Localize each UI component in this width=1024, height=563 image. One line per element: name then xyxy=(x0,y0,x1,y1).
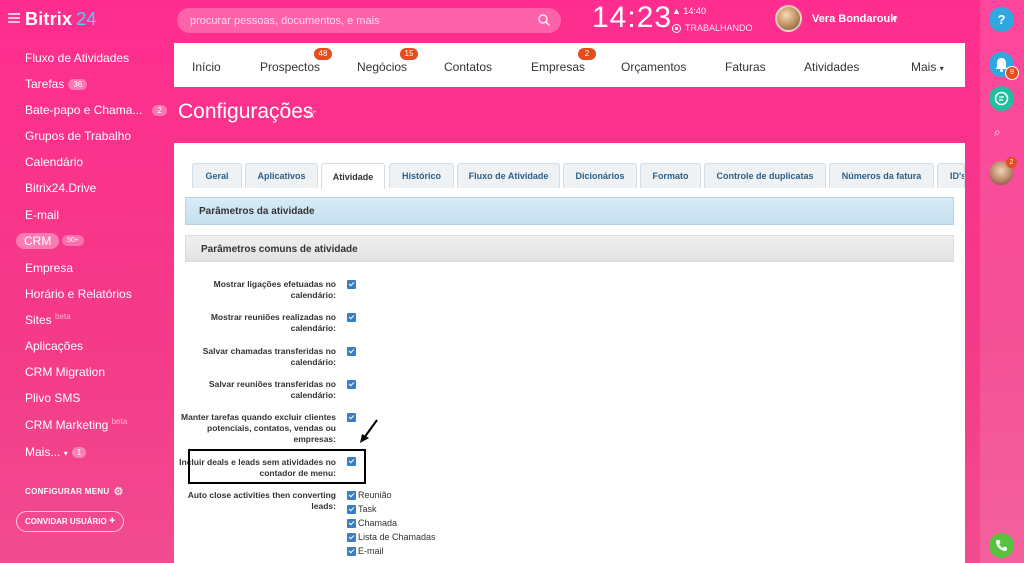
chevron-down-icon[interactable]: ▾ xyxy=(893,13,898,24)
sidebar-item-plivo-sms[interactable]: Plivo SMS xyxy=(25,391,80,405)
type-label: Lista de Chamadas xyxy=(358,532,436,542)
sidebar-item-calendar[interactable]: Calendário xyxy=(25,155,83,169)
sidebar-item-tasks[interactable]: Tarefas 36 xyxy=(25,77,88,91)
tab-formato[interactable]: Formato xyxy=(640,163,701,188)
checkbox-show-meetings[interactable] xyxy=(347,313,356,322)
counter-badge: 48 xyxy=(314,48,332,60)
tab-empresas[interactable]: Empresas xyxy=(531,60,585,74)
tab-dicionarios[interactable]: Dicionários xyxy=(563,163,637,188)
sidebar-item-more[interactable]: Mais... ▾ 1 xyxy=(25,445,87,459)
help-button[interactable]: ? xyxy=(989,7,1014,32)
option-label: Mostrar ligações efetuadas no calendário… xyxy=(213,279,336,300)
checkbox-type-call[interactable] xyxy=(347,519,356,528)
checkbox-type-meeting[interactable] xyxy=(347,491,356,500)
star-icon[interactable]: ☆ xyxy=(303,103,317,123)
chat-icon[interactable] xyxy=(989,86,1014,111)
gear-icon: ⚙ xyxy=(113,486,124,498)
chevron-down-icon: ▾ xyxy=(939,64,944,73)
tab-atividades[interactable]: Atividades xyxy=(804,60,859,74)
tab-prospectos[interactable]: Prospectos xyxy=(260,60,320,74)
sidebar-item-activity-stream[interactable]: Fluxo de Atividades xyxy=(25,51,129,65)
type-label: E-mail xyxy=(358,546,384,556)
counter-badge: 9 xyxy=(1005,66,1019,80)
counter-badge: 2 xyxy=(152,105,167,116)
tab-faturas[interactable]: Faturas xyxy=(725,60,766,74)
checkbox-show-calls[interactable] xyxy=(347,280,356,289)
option-label: Salvar reuniões transferidas no calendár… xyxy=(208,379,336,400)
tab-fluxo-de-atividade[interactable]: Fluxo de Atividade xyxy=(457,163,560,188)
checkbox-save-calls[interactable] xyxy=(347,347,356,356)
right-bar xyxy=(980,0,1024,563)
sidebar-item-applications[interactable]: Aplicações xyxy=(25,339,83,353)
invite-user-button[interactable]: CONVIDAR USUÁRIO + xyxy=(16,511,125,532)
option-label: Auto close activities then converting le… xyxy=(187,490,336,511)
avatar[interactable] xyxy=(775,5,802,32)
checkbox-save-meetings[interactable] xyxy=(347,380,356,389)
counter-badge: 1 xyxy=(71,447,87,458)
tab-ids[interactable]: ID's xyxy=(937,163,965,188)
sidebar-item-email[interactable]: E-mail xyxy=(25,208,59,222)
tab-negocios[interactable]: Negócios xyxy=(357,60,407,74)
tab-orcamentos[interactable]: Orçamentos xyxy=(621,60,686,74)
menu-icon[interactable] xyxy=(8,13,20,23)
logo[interactable]: Bitrix 24 xyxy=(25,9,97,30)
phone-icon[interactable] xyxy=(989,533,1014,558)
top-bar: Bitrix24 14:23 ▲ 14:40 TRABALHANDO Vera … xyxy=(0,0,980,40)
sidebar-item-drive[interactable]: Bitrix24.Drive xyxy=(25,181,96,195)
type-label: Reunião xyxy=(358,490,392,500)
page-title: Configurações xyxy=(178,100,314,123)
type-label: Chamada xyxy=(358,518,398,528)
counter-badge: 15 xyxy=(400,48,418,60)
tab-controle-duplicatas[interactable]: Controle de duplicatas xyxy=(704,163,826,188)
option-label: Salvar chamadas transferidas no calendár… xyxy=(202,346,336,367)
type-label: Task xyxy=(358,504,377,514)
tab-aplicativos[interactable]: Aplicativos xyxy=(245,163,318,188)
clock[interactable]: 14:23 xyxy=(592,1,672,35)
search-icon[interactable]: ⌕ xyxy=(994,125,1001,140)
tab-inicio[interactable]: Início xyxy=(192,60,221,74)
option-label: Manter tarefas quando excluir clientes p… xyxy=(181,412,336,444)
search-input[interactable] xyxy=(177,8,561,33)
chevron-down-icon: ▾ xyxy=(63,449,68,458)
sidebar-item-crm-marketing[interactable]: CRM Marketing beta xyxy=(25,417,127,432)
sidebar-item-sites[interactable]: Sites beta xyxy=(25,312,71,327)
highlight-box xyxy=(188,449,366,484)
tab-geral[interactable]: Geral xyxy=(192,163,242,188)
option-label: Mostrar reuniões realizadas no calendári… xyxy=(210,312,336,333)
checkbox-type-task[interactable] xyxy=(347,505,356,514)
counter-badge: 2 xyxy=(578,48,596,60)
plus-icon: + xyxy=(109,515,116,527)
section-common-params: Parâmetros comuns de atividade xyxy=(185,235,954,262)
sidebar-item-crm[interactable]: CRM xyxy=(16,233,60,249)
checkbox-type-call-list[interactable] xyxy=(347,533,356,542)
counter-badge: 50+ xyxy=(62,235,84,246)
search-icon[interactable] xyxy=(537,13,551,27)
sidebar-item-company[interactable]: Empresa xyxy=(25,261,73,275)
sidebar-item-crm-migration[interactable]: CRM Migration xyxy=(25,365,105,379)
crm-top-nav: Início Prospectos 48 Negócios 15 Contato… xyxy=(174,43,965,87)
tab-historico[interactable]: Histórico xyxy=(389,163,454,188)
tab-numeros-fatura[interactable]: Números da fatura xyxy=(829,163,934,188)
user-name[interactable]: Vera Bondarouk xyxy=(812,13,896,25)
sidebar-item-workgroups[interactable]: Grupos de Trabalho xyxy=(25,129,131,143)
tab-atividade[interactable]: Atividade xyxy=(321,163,385,189)
checkbox-keep-tasks[interactable] xyxy=(347,413,356,422)
section-activity-params: Parâmetros da atividade xyxy=(185,197,954,225)
sidebar-item-reports[interactable]: Horário e Relatórios xyxy=(25,287,132,301)
counter-badge: 2 xyxy=(1006,157,1017,168)
tab-mais[interactable]: Mais ▾ xyxy=(911,60,944,74)
arrow-icon xyxy=(360,419,378,443)
tab-contatos[interactable]: Contatos xyxy=(444,60,492,74)
counter-badge: 36 xyxy=(68,79,88,90)
checkbox-type-email[interactable] xyxy=(347,547,356,556)
configure-menu-link[interactable]: CONFIGURAR MENU ⚙ xyxy=(25,485,124,498)
stop-icon xyxy=(672,23,681,33)
work-status[interactable]: TRABALHANDO xyxy=(672,23,753,33)
alarm-time: ▲ 14:40 xyxy=(672,6,706,16)
sidebar-item-chat[interactable]: Bate-papo e Chama... 2 xyxy=(25,103,167,117)
